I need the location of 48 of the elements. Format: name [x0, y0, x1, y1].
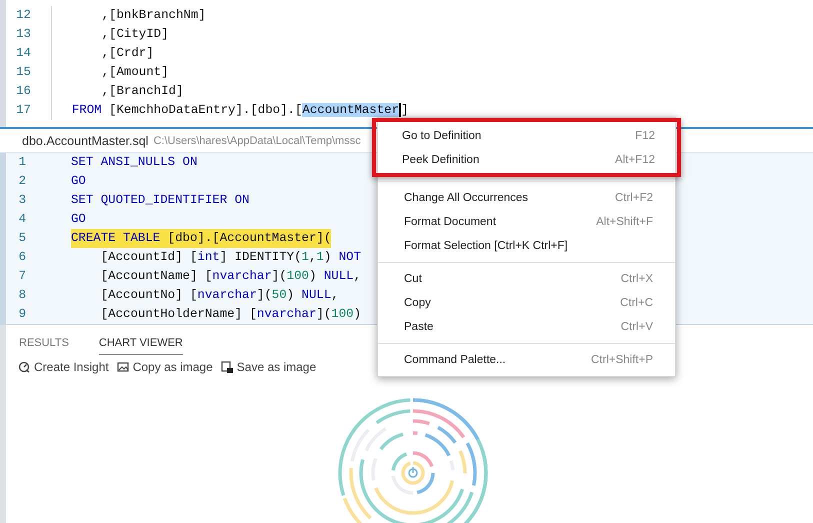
toolbar-action[interactable]: Create Insight — [18, 360, 109, 374]
code-line: FROM [KemchhoDataEntry].[dbo].[AccountMaster ] — [70, 102, 408, 119]
code-line: [AccountHolderName] [nvarchar](100) — [100, 306, 362, 323]
line-number: 12 — [6, 6, 52, 25]
panel-tab[interactable]: RESULTS — [19, 337, 69, 355]
code-line: SET ANSI_NULLS ON — [71, 154, 198, 171]
menu-item[interactable]: Format Document Alt+Shift+F — [378, 210, 675, 234]
code-line: ,[BranchId] — [100, 83, 184, 100]
line-number: 6 — [18, 249, 27, 266]
save-image-icon — [220, 361, 233, 373]
code-line: GO — [71, 211, 86, 228]
line-number: 14 — [6, 44, 52, 63]
line-number: 2 — [18, 173, 27, 190]
menu-item[interactable]: Command Palette... Ctrl+Shift+P — [378, 348, 675, 372]
code-line: ,[Amount] — [100, 64, 169, 81]
line-number: 16 — [6, 82, 52, 101]
line-number: 7 — [18, 268, 27, 285]
menu-item[interactable]: Paste Ctrl+V — [378, 315, 675, 339]
menu-item[interactable]: Format Selection [Ctrl+K Ctrl+F] — [378, 234, 675, 258]
line-number: 13 — [6, 25, 52, 44]
code-line: ,[CityID] — [100, 26, 169, 43]
code-line: SET QUOTED_IDENTIFIER ON — [71, 192, 250, 209]
line-number: 17 — [6, 101, 52, 120]
code-line: [AccountName] [nvarchar](100) NULL, — [100, 268, 362, 285]
code-line: GO — [71, 173, 86, 190]
code-line: ,[bnkBranchNm] — [100, 7, 206, 24]
line-number: 9 — [18, 306, 27, 323]
menu-item[interactable]: Change All Occurrences Ctrl+F2 — [378, 186, 675, 210]
peek-file-path: C:\Users\hares\AppData\Local\Temp\mssc — [153, 134, 361, 146]
menu-item[interactable]: Cut Ctrl+X — [378, 267, 675, 291]
code-line: [AccountNo] [nvarchar](50) NULL, — [100, 287, 339, 304]
menu-item[interactable]: Peek Definition Alt+F12 — [382, 148, 671, 172]
menu-item[interactable]: Go to Definition F12 — [382, 124, 671, 148]
line-number: 15 — [6, 63, 52, 82]
gauge-icon — [18, 361, 30, 373]
code-line: ,[Crdr] — [100, 45, 154, 62]
line-number: 8 — [18, 287, 27, 304]
code-line: [AccountId] [int] IDENTITY(1,1) NOT — [100, 249, 362, 266]
toolbar-action[interactable]: Copy as image — [116, 360, 213, 374]
menu-item[interactable]: Copy Ctrl+C — [378, 291, 675, 315]
toolbar-action[interactable]: Save as image — [220, 360, 316, 374]
line-number: 4 — [18, 211, 27, 228]
line-number: 5 — [18, 230, 27, 247]
line-number: 3 — [18, 192, 27, 209]
line-number: 1 — [18, 154, 27, 171]
panel-tab[interactable]: CHART VIEWER — [98, 337, 183, 355]
peek-file-name[interactable]: dbo.AccountMaster.sql — [22, 134, 148, 148]
image-icon — [116, 361, 129, 373]
